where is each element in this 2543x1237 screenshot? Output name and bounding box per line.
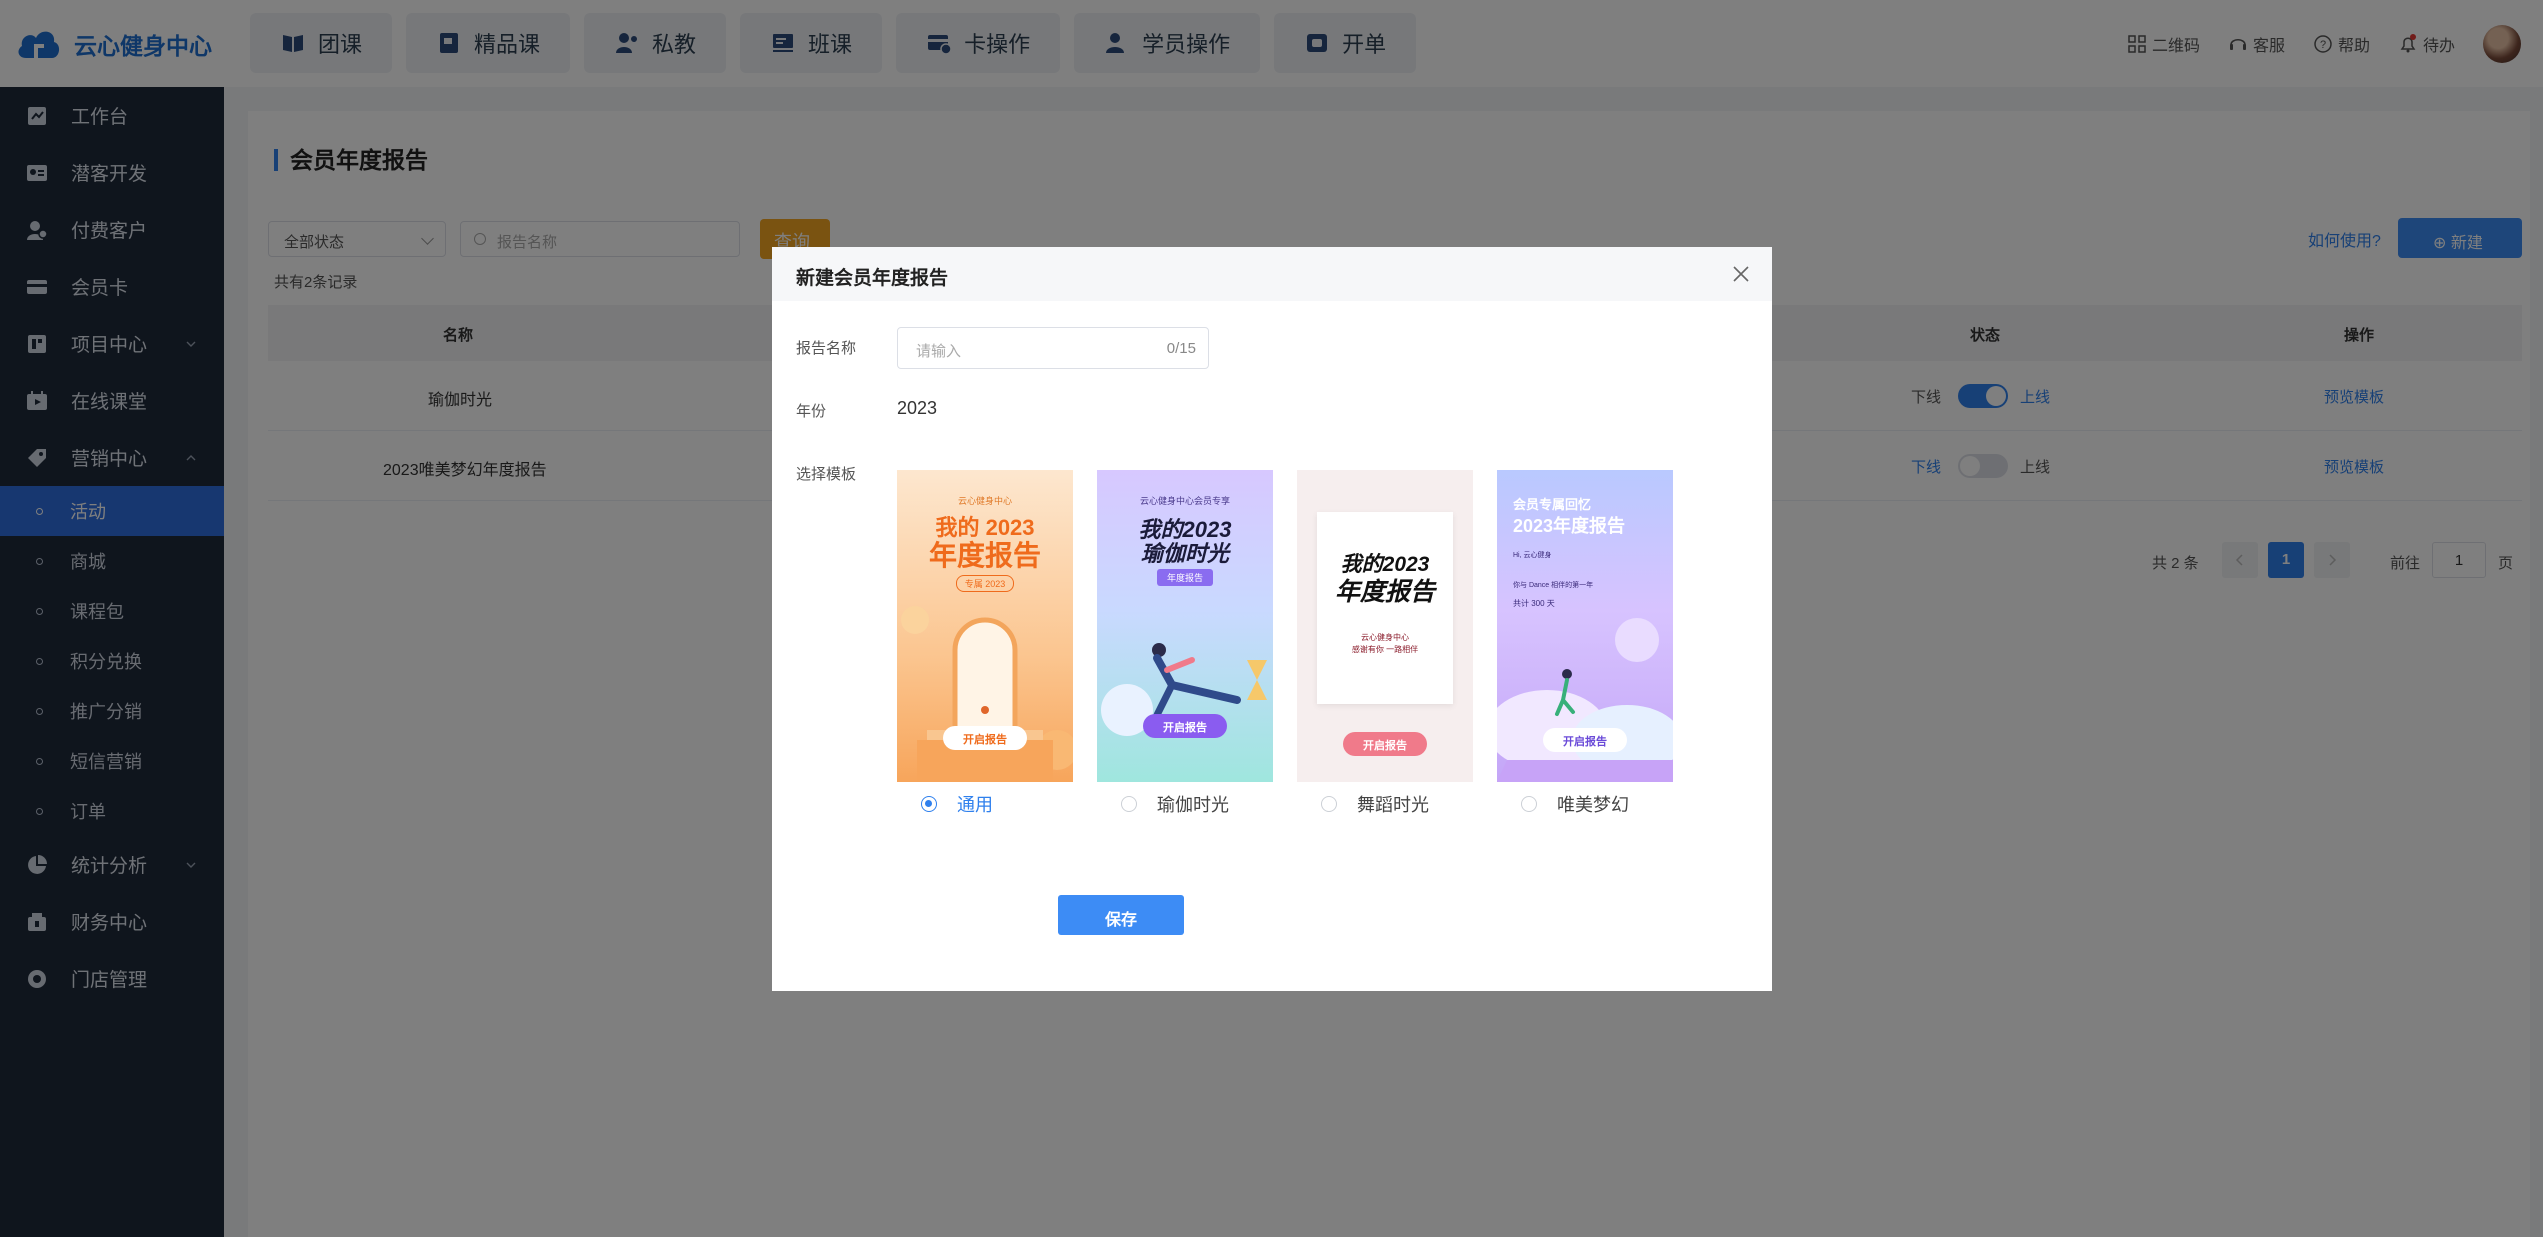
template-tag-text: 年度报告	[1156, 569, 1213, 586]
template-radio-label: 舞蹈时光	[1357, 795, 1429, 815]
template-radio-dreamy[interactable]: 唯美梦幻	[1521, 791, 1629, 817]
report-name-placeholder: 请输入	[916, 343, 962, 360]
template-title-line2: 年度报告	[1334, 578, 1435, 606]
dialog-title: 新建会员年度报告	[796, 268, 949, 289]
template-title-line2: 年度报告	[928, 540, 1041, 571]
poster-paper	[1317, 512, 1453, 704]
new-report-dialog: 新建会员年度报告 报告名称 请输入 0/15 年份 2023 选择模板 云心健身…	[772, 247, 1772, 991]
radio-unselected-icon	[1321, 796, 1337, 812]
template-card-yoga[interactable]: 云心健身中心会员专享 我的2023 瑜伽时光 年度报告 开启报告	[1097, 470, 1273, 782]
arch-illustration	[901, 606, 1073, 782]
dialog-header: 新建会员年度报告	[772, 247, 1772, 301]
char-counter: 0/15	[1166, 340, 1196, 357]
radio-unselected-icon	[1521, 796, 1537, 812]
radio-selected-icon	[921, 796, 937, 812]
template-card-dance[interactable]: 我的2023 年度报告 云心健身中心 感谢有你 一路相伴 开启报告	[1297, 470, 1473, 782]
template-open-button: 开启报告	[1143, 714, 1227, 738]
year-value: 2023	[897, 398, 938, 418]
template-tag: 年度报告	[1097, 568, 1273, 586]
dreamy-cloud-illustration	[1497, 618, 1673, 782]
template-note-1: 你与 Dance 相伴的第一年	[1513, 582, 1594, 589]
report-name-input[interactable]: 请输入 0/15	[897, 327, 1209, 369]
radio-unselected-icon	[1121, 796, 1137, 812]
report-name-label: 报告名称	[796, 340, 857, 357]
template-radio-dance[interactable]: 舞蹈时光	[1321, 791, 1429, 817]
template-open-button: 开启报告	[1543, 728, 1627, 752]
template-radio-yoga[interactable]: 瑜伽时光	[1121, 791, 1229, 817]
template-small-text: 云心健身中心	[957, 496, 1012, 506]
template-radio-general[interactable]: 通用	[921, 791, 993, 817]
template-title-line1: 会员专属回忆	[1513, 497, 1592, 512]
template-caption: 感谢有你 一路相伴	[1351, 645, 1419, 654]
template-card-dreamy[interactable]: 会员专属回忆 2023年度报告 Hi, 云心健身 你与 Dance 相伴的第一年…	[1497, 470, 1673, 782]
save-button[interactable]: 保存	[1058, 895, 1184, 935]
template-label: 选择模板	[796, 466, 857, 483]
template-small-text: Hi, 云心健身	[1513, 552, 1552, 559]
year-label: 年份	[796, 403, 827, 420]
yoga-pose-illustration	[1101, 643, 1267, 736]
template-small-text: 云心健身中心	[1361, 633, 1409, 642]
template-open-button: 开启报告	[943, 726, 1027, 750]
template-small-text: 云心健身中心会员专享	[1139, 496, 1230, 506]
template-radio-label: 瑜伽时光	[1157, 795, 1229, 815]
close-icon[interactable]	[1730, 263, 1752, 285]
template-title-line2: 2023年度报告	[1513, 516, 1626, 536]
template-radio-label: 唯美梦幻	[1557, 795, 1629, 815]
template-open-button: 开启报告	[1343, 732, 1427, 756]
template-card-general[interactable]: 云心健身中心 我的 2023 年度报告 专属 2023 开启报告	[897, 470, 1073, 782]
template-note-2: 共计 300 天	[1513, 599, 1555, 608]
template-title-line2: 瑜伽时光	[1140, 541, 1229, 566]
template-radio-label: 通用	[957, 795, 993, 815]
